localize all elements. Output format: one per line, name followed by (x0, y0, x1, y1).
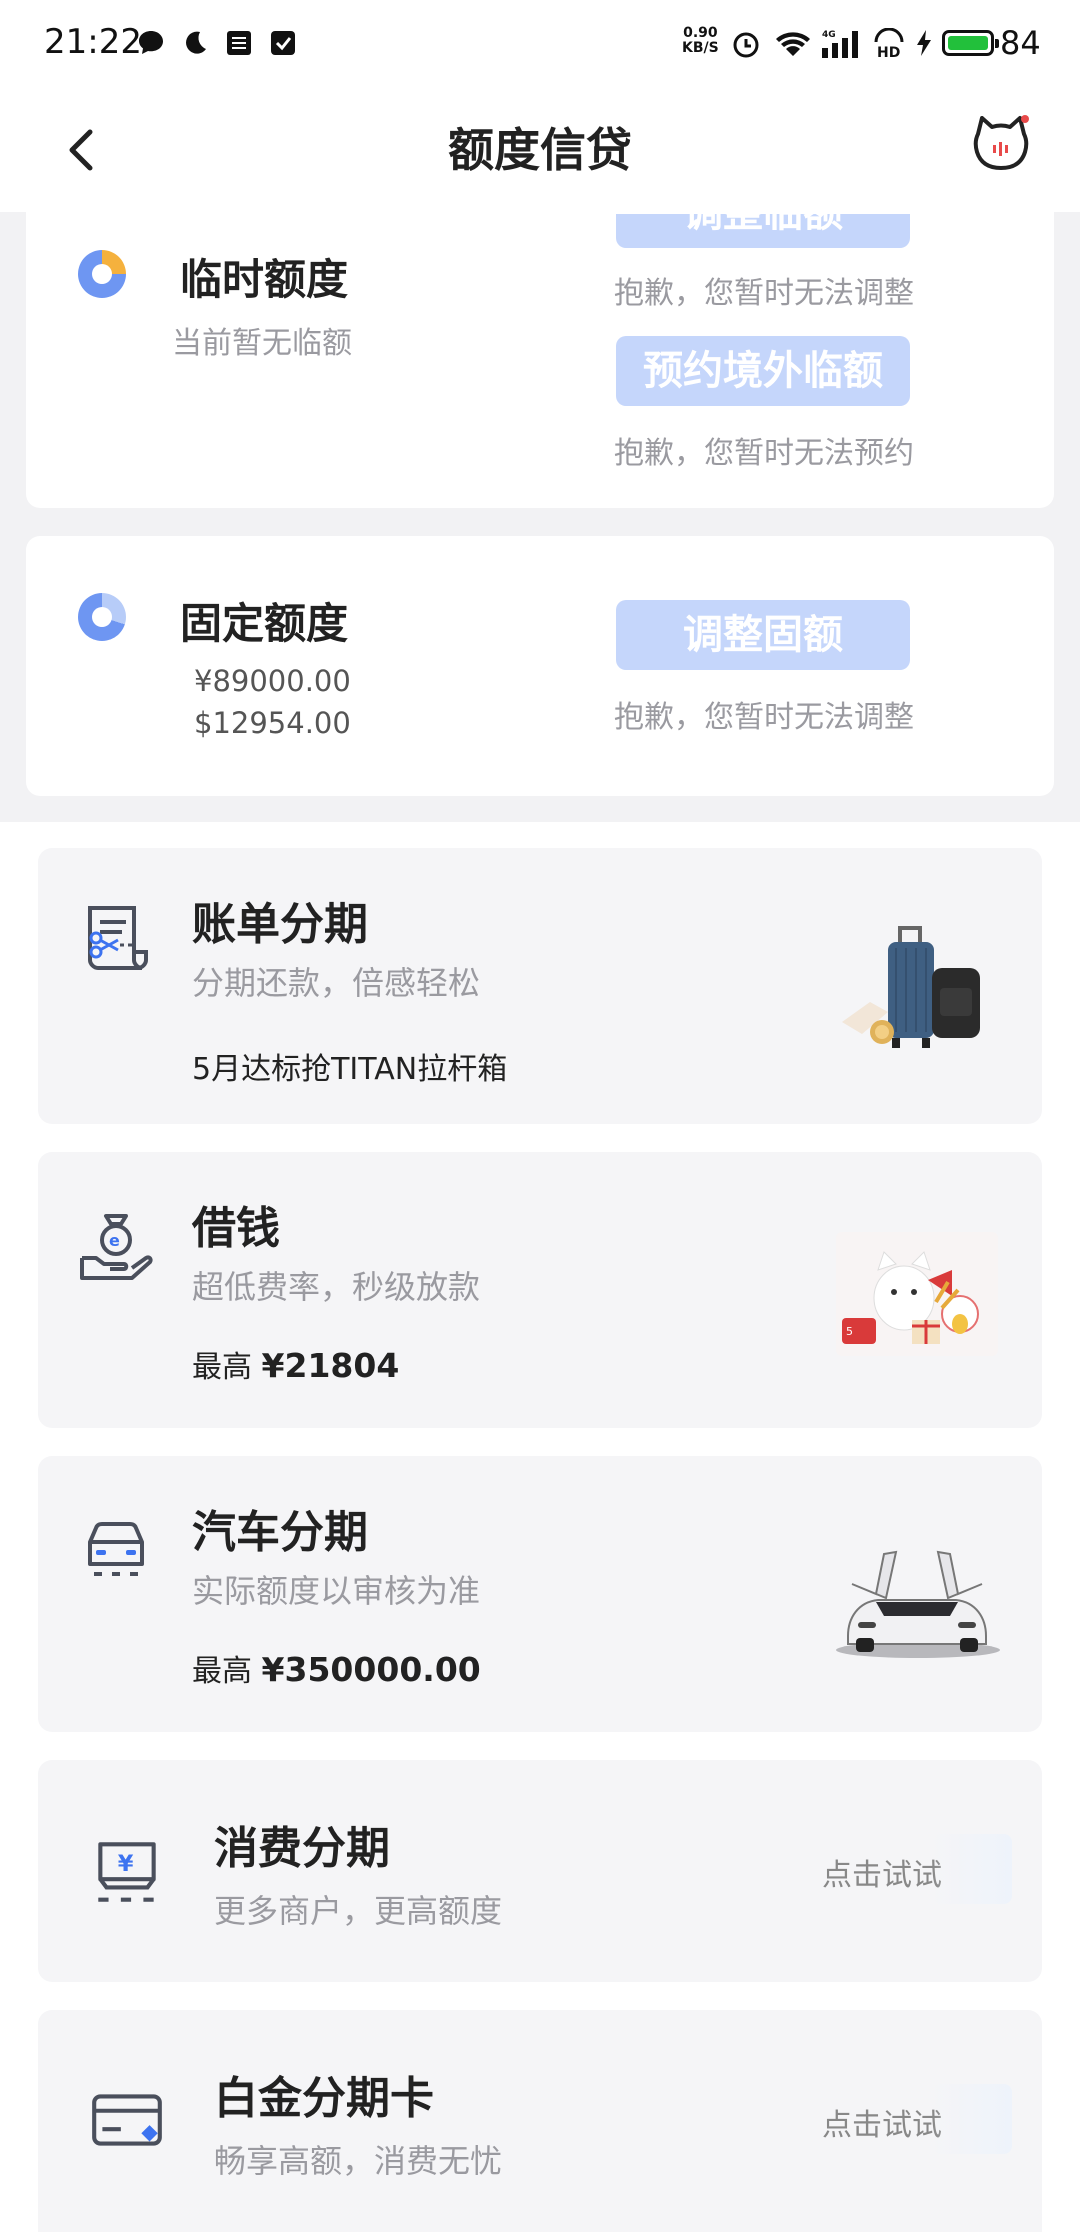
try-it-link[interactable]: 点击试试 (822, 1850, 942, 1894)
max-amount-prefix: 最高 (192, 1654, 262, 1689)
luggage-illustration (842, 926, 980, 1048)
net-speed-unit: KB/S (682, 40, 719, 56)
wifi-icon (776, 32, 810, 56)
network-type-label: 4G (822, 30, 836, 40)
product-promo: 5月达标抢TITAN拉杆箱 (192, 1052, 508, 1087)
status-bar: 21:22 0.90 KB/S 4G HD 84 (0, 0, 1080, 90)
product-subtitle: 实际额度以审核为准 (192, 1572, 481, 1610)
reserve-overseas-quota-hint: 抱歉，您暂时无法预约 (614, 436, 914, 471)
moon-icon (186, 31, 206, 54)
app-notification-icon (271, 31, 295, 55)
hd-label: HD (877, 45, 900, 60)
try-it-link[interactable]: 点击试试 (822, 2100, 942, 2144)
battery-icon (942, 30, 999, 56)
car-icon (88, 1522, 144, 1576)
borrow-money-card[interactable]: e 借钱 超低费率，秒级放款 最高 ¥21804 5 (38, 1152, 1042, 1428)
product-subtitle: 更多商户，更高额度 (214, 1892, 503, 1930)
reserve-overseas-quota-button[interactable]: 预约境外临额 (616, 336, 910, 406)
max-amount-prefix: 最高 (192, 1350, 262, 1385)
charging-bolt-icon (917, 30, 931, 56)
svg-text:¥: ¥ (118, 1851, 134, 1877)
hd-icon: HD (874, 28, 904, 60)
adjust-fixed-quota-button[interactable]: 调整固额 (616, 600, 910, 670)
product-subtitle: 畅享高额，消费无忧 (214, 2142, 503, 2180)
lucky-cat-illustration: 5 (836, 1232, 998, 1356)
product-title: 消费分期 (214, 1823, 390, 1874)
product-title: 借钱 (192, 1203, 280, 1254)
adjust-fixed-quota-hint: 抱歉，您暂时无法调整 (614, 700, 914, 735)
product-title: 白金分期卡 (214, 2073, 434, 2124)
yen-box-icon: ¥ (98, 1842, 156, 1902)
product-max-amount: 最高 ¥350000.00 (192, 1646, 481, 1690)
arrow-decoration (932, 2084, 1012, 2154)
product-title: 汽车分期 (192, 1507, 368, 1558)
net-speed: 0.90 KB/S (682, 26, 719, 56)
bill-installment-card[interactable]: 账单分期 分期还款，倍感轻松 5月达标抢TITAN拉杆箱 (38, 848, 1042, 1124)
product-title: 账单分期 (192, 899, 368, 950)
max-amount-value: ¥21804 (261, 1346, 400, 1385)
consumer-installment-card[interactable]: ¥ 消费分期 更多商户，更高额度 点击试试 (38, 1760, 1042, 1982)
money-bag-hand-icon: e (80, 1214, 153, 1280)
adjust-temp-quota-hint: 抱歉，您暂时无法调整 (614, 276, 914, 311)
svg-text:5: 5 (846, 1325, 853, 1338)
bill-installment-icon (88, 906, 148, 970)
battery-level: 84 (1000, 24, 1041, 62)
temp-quota-pie-icon (78, 250, 126, 298)
svg-text:e: e (109, 1231, 120, 1250)
chat-bubble-icon (139, 31, 163, 54)
page-title: 额度信贷 (448, 123, 632, 177)
max-amount-value: ¥350000.00 (261, 1650, 481, 1689)
signal-icon: 4G (822, 30, 858, 58)
fixed-quota-cny: ¥89000.00 (194, 664, 351, 698)
arrow-decoration (932, 1834, 1012, 1904)
car-installment-card[interactable]: 汽车分期 实际额度以审核为准 最高 ¥350000.00 (38, 1456, 1042, 1732)
product-subtitle: 超低费率，秒级放款 (192, 1268, 481, 1306)
fixed-quota-title: 固定额度 (180, 599, 349, 648)
temp-quota-subtitle: 当前暂无临额 (172, 326, 352, 361)
product-max-amount: 最高 ¥21804 (192, 1342, 399, 1386)
cat-service-icon[interactable] (970, 112, 1032, 174)
alarm-icon (733, 32, 759, 58)
car-illustration (836, 1550, 1000, 1658)
product-subtitle: 分期还款，倍感轻松 (192, 964, 481, 1002)
net-speed-value: 0.90 (683, 25, 718, 41)
fixed-quota-usd: $12954.00 (194, 706, 351, 740)
nav-bar: 额度信贷 (0, 90, 1080, 213)
credit-card-icon (92, 2094, 162, 2146)
list-icon (227, 31, 251, 55)
temp-quota-title: 临时额度 (180, 255, 349, 304)
fixed-quota-pie-icon (78, 593, 126, 641)
status-time: 21:22 (44, 22, 142, 62)
platinum-card-card[interactable]: 白金分期卡 畅享高额，消费无忧 点击试试 (38, 2010, 1042, 2232)
